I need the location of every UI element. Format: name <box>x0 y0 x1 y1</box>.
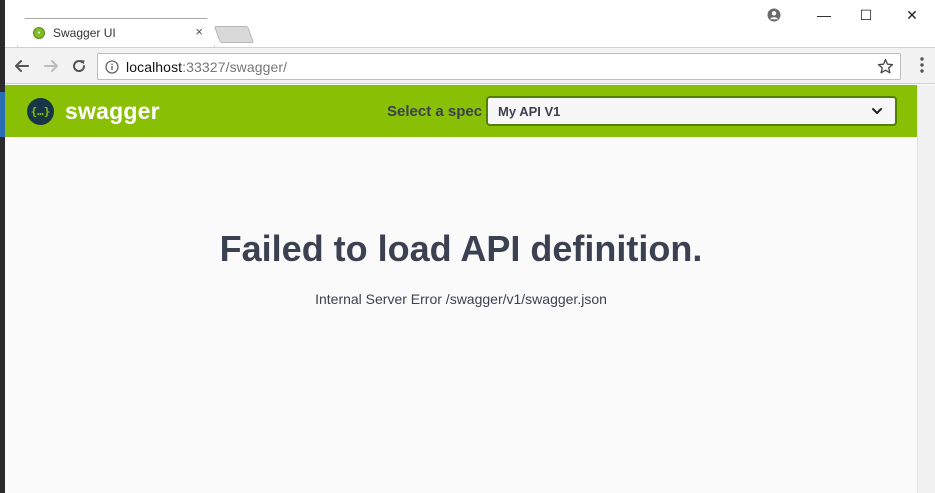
error-message: Internal Server Error /swagger/v1/swagge… <box>315 291 607 307</box>
error-title: Failed to load API definition. <box>219 228 703 269</box>
maximize-icon[interactable]: ☐ <box>843 0 889 30</box>
star-icon[interactable] <box>877 58 894 75</box>
swagger-favicon-icon: • <box>33 27 45 39</box>
spec-label: Select a spec <box>387 103 483 120</box>
window-close-icon[interactable]: ✕ <box>889 0 935 30</box>
url-text: localhost:33327/swagger/ <box>126 59 287 75</box>
reload-icon <box>73 60 86 72</box>
url-host: localhost <box>126 58 183 75</box>
tab-content[interactable]: • Swagger UI × <box>17 18 215 48</box>
back-button[interactable] <box>11 55 33 77</box>
tab-strip: • Swagger UI × — ☐ ✕ <box>5 0 935 48</box>
info-icon[interactable] <box>105 59 119 74</box>
menu-dots-icon[interactable] <box>919 56 925 74</box>
browser-window: • Swagger UI × — ☐ ✕ localhost:33327/swa… <box>0 0 935 493</box>
spec-selected-value: My API V1 <box>498 103 561 119</box>
back-arrow-icon <box>15 60 29 72</box>
url-path: :33327/swagger/ <box>182 58 288 75</box>
browser-toolbar: localhost:33327/swagger/ <box>5 47 935 84</box>
address-bar[interactable]: localhost:33327/swagger/ <box>97 53 901 80</box>
page-content: {…} swagger Select a spec My API V1 Fail… <box>5 85 917 493</box>
spec-select[interactable]: My API V1 <box>486 96 897 126</box>
page-scrollbar[interactable] <box>917 85 935 493</box>
swagger-logo-icon[interactable]: {…} <box>27 98 54 125</box>
forward-button[interactable] <box>40 55 62 77</box>
close-icon[interactable]: × <box>195 25 203 38</box>
tab-title: Swagger UI <box>53 26 116 40</box>
reload-button[interactable] <box>68 55 90 77</box>
swagger-topbar: {…} swagger Select a spec My API V1 <box>5 85 917 137</box>
new-tab-button[interactable] <box>213 26 255 43</box>
swagger-logo-text[interactable]: swagger <box>65 98 160 125</box>
chevron-down-icon <box>872 108 882 114</box>
profile-icon[interactable] <box>767 8 781 22</box>
minimize-icon[interactable]: — <box>801 0 847 30</box>
forward-arrow-icon <box>44 60 58 72</box>
